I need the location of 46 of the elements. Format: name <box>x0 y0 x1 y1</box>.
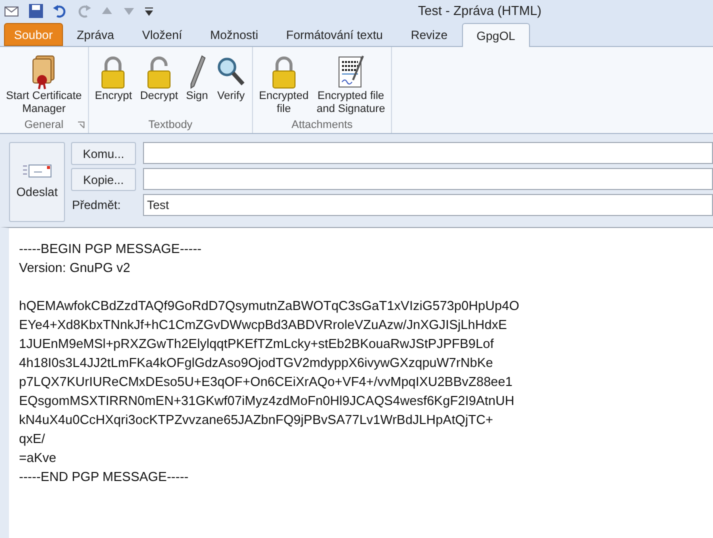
to-field[interactable] <box>143 142 713 164</box>
message-line: kN4uX4u0CcHXqri3ocKTPZvvzane65JAZbnFQ9jPBvSA77Lv1WrBdJLHpAtQjTC+ <box>19 411 494 429</box>
signed-document-icon <box>336 54 366 90</box>
ribbon-button[interactable]: Start Certificate Manager <box>3 52 85 116</box>
group-label: General <box>24 118 64 133</box>
message-line: qxE/ <box>19 430 46 448</box>
to-button[interactable]: Komu... <box>71 142 136 165</box>
ribbon-tab[interactable]: Zpráva <box>62 23 128 46</box>
undo-icon[interactable] <box>52 3 68 19</box>
ribbon-button[interactable]: Encrypt <box>92 52 136 103</box>
message-line: EQsgomMSXTIRRN0mEN+31GKwf07iMyz4zdMoFn0Hl9JCAQS4wesf6KgF2I9AtnUH <box>19 392 514 410</box>
save-icon[interactable] <box>28 3 44 19</box>
ribbon-button[interactable]: Encrypted file and Signature <box>314 52 388 116</box>
message-line: Version: GnuPG v2 <box>19 259 130 277</box>
message-line: -----END PGP MESSAGE----- <box>19 468 188 486</box>
ribbon-button[interactable]: Verify <box>213 52 250 103</box>
ribbon-tab[interactable]: Možnosti <box>196 23 272 46</box>
padlock-icon <box>100 56 126 90</box>
message-line: p7LQX7KUrIUReCMxDEso5U+E3qOF+On6CEiXrAQo+VF4+/vvMpqIXU2BBvZ88ee1 <box>19 373 512 391</box>
padlock-icon <box>270 56 297 90</box>
message-line: -----BEGIN PGP MESSAGE----- <box>19 240 202 258</box>
ribbon-button[interactable]: Sign <box>183 52 212 103</box>
message-line: 4h18I0s3L4JJ2tLmFKa4kOFglGdzAso9OjodTGV2mdyppX6ivywGXzqpuW7rNbKe <box>19 354 493 372</box>
cc-button[interactable]: Kopie... <box>71 168 136 191</box>
ribbon-button[interactable]: Encrypted file <box>256 52 312 116</box>
envelope-icon <box>22 163 52 179</box>
open-padlock-icon <box>146 56 172 90</box>
ribbon-button[interactable]: Decrypt <box>137 52 182 103</box>
cc-field[interactable] <box>143 168 713 190</box>
ribbon-tab[interactable]: Formátování textu <box>272 23 397 46</box>
message-line: hQEMAwfokCBdZzdTAQf9GoRdD7QsymutnZaBWOTqC3sGaT1xVIziG573p0HpUp4O <box>19 297 520 315</box>
ribbon-tab[interactable]: Vložení <box>128 23 196 46</box>
message-body[interactable] <box>0 227 713 538</box>
ribbon-tab[interactable]: Revize <box>396 23 462 46</box>
send-button[interactable]: Odeslat <box>9 142 65 222</box>
window-title: Test - Zpráva (HTML) <box>418 2 542 20</box>
message-line: =aKve <box>19 449 56 467</box>
redo-icon[interactable] <box>76 3 92 19</box>
subject-label: Předmět: <box>71 197 122 214</box>
message-line: EYe4+Xd8KbxTNnkJf+hC1CmZGvDWwcpBd3ABDVRroleVZuAzw/JnXGJISjLhHdxE <box>19 316 507 334</box>
group-label: Textbody <box>148 118 192 133</box>
ribbon-tab[interactable]: GpgOL <box>462 23 530 47</box>
message-line: 1JUEnM9eMSl+pRXZGwTh2ElylqqtPKEfTZmLcky+stEb2BKouaRwJStPJPFB9Lof <box>19 335 494 353</box>
subject-field[interactable]: Test <box>143 194 713 216</box>
launcher-icon[interactable] <box>76 121 85 129</box>
group-label: Attachments <box>291 118 353 133</box>
